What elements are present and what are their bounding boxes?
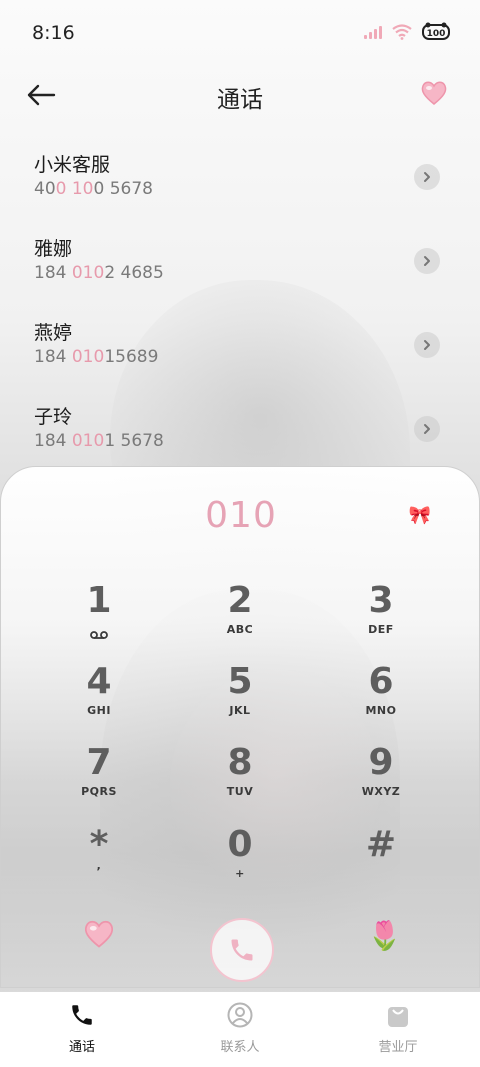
key-letters: + [235, 867, 245, 880]
key-letters: ABC [226, 623, 254, 636]
phone-icon [231, 939, 253, 961]
bottom-tab-bar: 通话 联系人 营业厅 [0, 992, 480, 1067]
wifi-icon [392, 24, 412, 40]
contact-name: 雅娜 [34, 238, 73, 260]
key-2[interactable]: 2 ABC [180, 581, 300, 661]
phone-icon [72, 1005, 92, 1025]
key-letters: PQRS [81, 785, 117, 798]
contact-list: 小米客服 400 100 5678 雅娜 184 0102 4685 燕婷 18… [0, 146, 480, 482]
key-hash[interactable]: # [321, 825, 441, 905]
contact-item[interactable]: 燕婷 184 01015689 [0, 314, 480, 398]
key-digit: 4 [86, 661, 112, 702]
tab-service-hall[interactable]: 营业厅 [318, 1000, 478, 1055]
key-digit: 9 [368, 742, 394, 783]
tulip-icon[interactable]: 🌷 [367, 919, 402, 952]
heart-button[interactable] [420, 80, 450, 110]
status-time: 8:16 [32, 22, 75, 44]
contact-number: 184 0102 4685 [34, 263, 164, 283]
bow-icon[interactable]: 🎀 [409, 505, 431, 526]
call-button[interactable] [210, 918, 274, 982]
key-letters: GHI [87, 704, 111, 717]
contact-number: 400 100 5678 [34, 179, 153, 199]
key-7[interactable]: 7 PQRS [39, 743, 159, 823]
battery-level-label: 100 [427, 29, 446, 39]
key-digit: 1 [86, 580, 112, 621]
dialpad-panel: 010 🎀 1 2 ABC 3 DEF 4 GHI 5 JKL 6 MNO 7 … [0, 466, 480, 988]
key-letters: TUV [226, 785, 254, 798]
key-digit: 0 [227, 824, 253, 865]
key-1[interactable]: 1 [39, 581, 159, 661]
key-5[interactable]: 5 JKL [180, 662, 300, 742]
key-3[interactable]: 3 DEF [321, 581, 441, 661]
chevron-right-icon[interactable] [414, 332, 440, 358]
status-icons: 100 [364, 22, 452, 42]
key-star[interactable]: * , [39, 825, 159, 905]
contact-item[interactable]: 雅娜 184 0102 4685 [0, 230, 480, 314]
status-bar: 8:16 100 [0, 0, 480, 66]
shopping-bag-icon [388, 1007, 408, 1027]
contact-number: 184 0101 5678 [34, 431, 164, 451]
contact-name: 燕婷 [34, 322, 73, 344]
contact-name: 子玲 [34, 406, 73, 428]
tab-calls[interactable]: 通话 [2, 1000, 162, 1055]
key-digit: 6 [368, 661, 394, 702]
key-digit: 5 [227, 661, 253, 702]
contact-number: 184 01015689 [34, 347, 159, 367]
voicemail-icon [90, 625, 108, 644]
tab-label: 通话 [68, 1040, 95, 1055]
tab-label: 营业厅 [378, 1040, 418, 1055]
battery-icon: 100 [422, 22, 452, 42]
key-digit: 7 [86, 742, 112, 783]
key-6[interactable]: 6 MNO [321, 662, 441, 742]
tab-contacts[interactable]: 联系人 [160, 1000, 320, 1055]
key-letters: , [96, 859, 102, 872]
heart-icon [421, 81, 447, 105]
key-4[interactable]: 4 GHI [39, 662, 159, 742]
key-digit: 2 [227, 580, 253, 621]
contact-name: 小米客服 [34, 154, 111, 176]
chevron-right-icon[interactable] [414, 164, 440, 190]
key-digit: 8 [227, 742, 253, 783]
key-digit: 3 [368, 580, 394, 621]
key-9[interactable]: 9 WXYZ [321, 743, 441, 823]
contacts-icon [227, 1002, 253, 1028]
chevron-right-icon[interactable] [414, 416, 440, 442]
heart-icon[interactable] [83, 919, 115, 956]
key-digit: # [365, 824, 397, 865]
key-letters: JKL [229, 704, 251, 717]
chevron-right-icon[interactable] [414, 248, 440, 274]
key-letters: DEF [368, 623, 394, 636]
key-0[interactable]: 0 + [180, 825, 300, 905]
key-letters: MNO [365, 704, 397, 717]
contact-item[interactable]: 小米客服 400 100 5678 [0, 146, 480, 230]
key-8[interactable]: 8 TUV [180, 743, 300, 823]
key-letters: WXYZ [361, 785, 401, 798]
signal-icon [364, 25, 382, 39]
header: 通话 [0, 72, 480, 118]
page-title: 通话 [217, 87, 263, 113]
tab-label: 联系人 [220, 1040, 260, 1055]
